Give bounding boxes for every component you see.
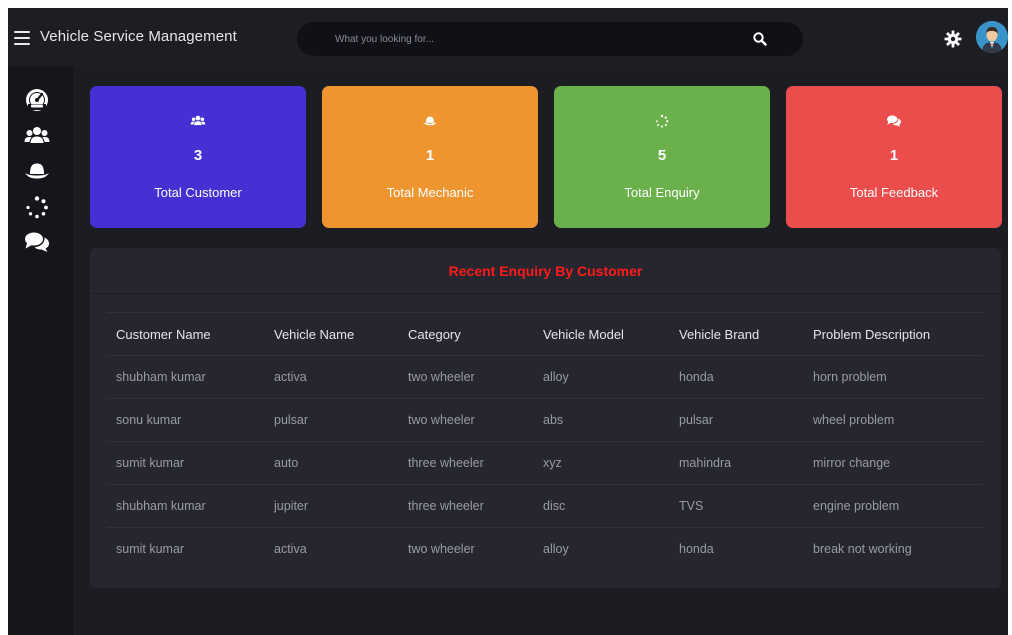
- table-row: sumit kumar activa two wheeler alloy hon…: [107, 527, 983, 570]
- search-bar: [297, 22, 803, 56]
- cell-vehicle-model: abs: [543, 413, 564, 427]
- hamburger-icon[interactable]: [14, 31, 30, 45]
- card-count: 3: [193, 147, 203, 164]
- recent-enquiry-panel: Recent Enquiry By Customer Customer Name…: [90, 248, 1001, 588]
- spinner-icon: [554, 114, 770, 130]
- cell-vehicle-model: alloy: [543, 542, 569, 556]
- sidebar-item-enquiry[interactable]: [24, 195, 50, 219]
- cell-problem-description: break not working: [813, 542, 912, 556]
- cell-problem-description: mirror change: [813, 456, 891, 470]
- cell-vehicle-brand: honda: [679, 542, 714, 556]
- cell-vehicle-brand: TVS: [679, 499, 704, 513]
- cell-customer-name: shubham kumar: [116, 499, 206, 513]
- cell-vehicle-name: activa: [274, 370, 307, 384]
- app-title: Vehicle Service Management: [40, 28, 237, 45]
- card-label: Total Mechanic: [386, 185, 474, 200]
- column-header-vehicle-brand: Vehicle Brand: [679, 327, 760, 342]
- column-header-vehicle-model: Vehicle Model: [543, 327, 624, 342]
- cell-category: three wheeler: [408, 499, 484, 513]
- top-header: Vehicle Service Management: [8, 8, 1008, 67]
- divider: [90, 293, 1001, 294]
- cell-problem-description: wheel problem: [813, 413, 895, 427]
- cell-vehicle-brand: honda: [679, 370, 714, 384]
- table-row: shubham kumar jupiter three wheeler disc…: [107, 484, 983, 527]
- column-header-vehicle-name: Vehicle Name: [274, 327, 355, 342]
- card-label: Total Feedback: [849, 185, 939, 200]
- card-total-customer[interactable]: 3 Total Customer: [90, 86, 306, 228]
- card-label: Total Customer: [154, 185, 242, 200]
- cell-vehicle-name: auto: [274, 456, 299, 470]
- cell-vehicle-name: pulsar: [274, 413, 309, 427]
- main-content: 3 Total Customer 1 Total Mechanic 5 Tota…: [73, 67, 1008, 635]
- table-header-row: Customer Name Vehicle Name Category Vehi…: [107, 312, 983, 355]
- spinner-icon: [26, 196, 48, 219]
- sidebar-item-customers[interactable]: [24, 124, 50, 148]
- search-icon[interactable]: [752, 31, 768, 47]
- card-count: 5: [657, 147, 667, 164]
- users-icon: [24, 127, 50, 143]
- search-input[interactable]: [311, 22, 751, 56]
- cell-vehicle-model: xyz: [543, 456, 562, 470]
- enquiry-table: Customer Name Vehicle Name Category Vehi…: [107, 312, 983, 570]
- sidebar: [8, 67, 73, 635]
- gear-icon[interactable]: [944, 30, 962, 48]
- column-header-category: Category: [408, 327, 461, 342]
- column-header-problem-description: Problem Description: [813, 327, 931, 342]
- cell-vehicle-model: alloy: [543, 370, 569, 384]
- cell-problem-description: engine problem: [813, 499, 900, 513]
- cell-category: two wheeler: [408, 542, 475, 556]
- card-count: 1: [889, 147, 899, 164]
- sidebar-item-dashboard[interactable]: [24, 88, 50, 112]
- cell-problem-description: horn problem: [813, 370, 887, 384]
- cell-customer-name: sonu kumar: [116, 413, 182, 427]
- cell-customer-name: shubham kumar: [116, 370, 206, 384]
- cell-customer-name: sumit kumar: [116, 456, 185, 470]
- comments-icon: [25, 232, 49, 252]
- panel-title: Recent Enquiry By Customer: [448, 263, 643, 279]
- cell-vehicle-name: jupiter: [274, 499, 309, 513]
- cell-vehicle-brand: pulsar: [679, 413, 714, 427]
- mechanic-hat-icon: [322, 114, 538, 130]
- cell-vehicle-brand: mahindra: [679, 456, 732, 470]
- card-total-mechanic[interactable]: 1 Total Mechanic: [322, 86, 538, 228]
- cell-customer-name: sumit kumar: [116, 542, 185, 556]
- cell-vehicle-model: disc: [543, 499, 566, 513]
- cell-vehicle-name: activa: [274, 542, 307, 556]
- mechanic-hat-icon: [25, 163, 49, 179]
- avatar[interactable]: [976, 21, 1008, 53]
- card-count: 1: [425, 147, 435, 164]
- sidebar-item-mechanics[interactable]: [24, 159, 50, 183]
- comments-icon: [786, 114, 1002, 130]
- card-total-feedback[interactable]: 1 Total Feedback: [786, 86, 1002, 228]
- cell-category: two wheeler: [408, 370, 475, 384]
- column-header-customer-name: Customer Name: [116, 327, 211, 342]
- dashboard-icon: [26, 89, 48, 111]
- cell-category: three wheeler: [408, 456, 484, 470]
- card-label: Total Enquiry: [624, 185, 700, 200]
- sidebar-item-feedback[interactable]: [24, 230, 50, 254]
- app-window: Vehicle Service Management What you look…: [8, 8, 1008, 635]
- table-row: sonu kumar pulsar two wheeler abs pulsar…: [107, 398, 983, 441]
- users-icon: [90, 114, 306, 130]
- card-total-enquiry[interactable]: 5 Total Enquiry: [554, 86, 770, 228]
- table-row: shubham kumar activa two wheeler alloy h…: [107, 355, 983, 398]
- cell-category: two wheeler: [408, 413, 475, 427]
- table-row: sumit kumar auto three wheeler xyz mahin…: [107, 441, 983, 484]
